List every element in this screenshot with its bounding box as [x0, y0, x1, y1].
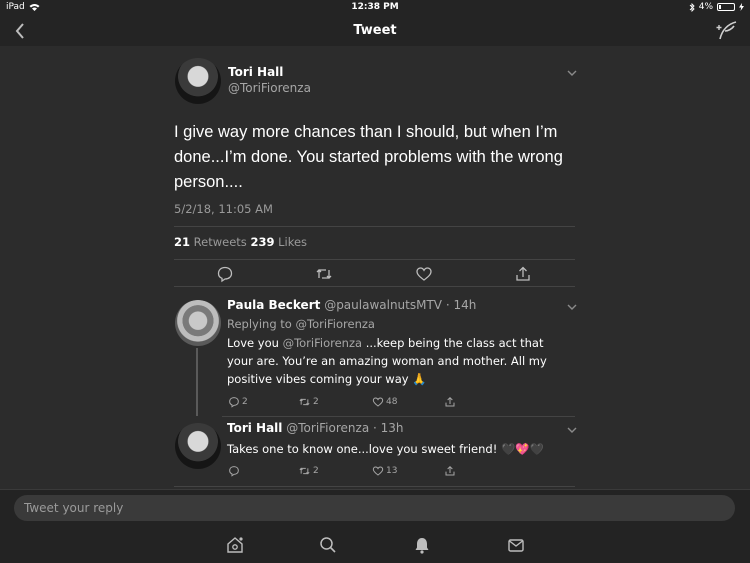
divider [174, 259, 575, 260]
nav-bar: Tweet [0, 16, 750, 46]
reply-compose-bar [0, 489, 750, 527]
chevron-down-icon[interactable] [565, 425, 579, 435]
replying-to-handle[interactable]: @ToriFiorenza [296, 317, 375, 331]
heart-icon [372, 397, 384, 407]
battery-percent: 4% [698, 2, 713, 12]
divider [222, 416, 575, 417]
tweet-timestamp: 5/2/18, 11:05 AM [174, 202, 273, 216]
retweet-icon[interactable] [315, 265, 333, 283]
tweet-text: I give way more chances than I should, b… [174, 123, 563, 191]
reply-icon[interactable] [216, 265, 234, 283]
charging-icon [739, 3, 744, 11]
reply-like-button[interactable]: 48 [372, 396, 397, 408]
divider [174, 486, 575, 487]
back-button[interactable] [10, 20, 30, 42]
reply-author-handle[interactable]: @ToriFiorenza [286, 421, 369, 435]
retweet-icon [299, 398, 310, 406]
reply-text: Takes one to know one...love you sweet f… [227, 442, 544, 456]
search-icon[interactable] [318, 535, 338, 555]
reply-author-name[interactable]: Paula Beckert [227, 298, 320, 312]
status-right: 4% [689, 2, 744, 12]
likes-count[interactable]: 239 [250, 235, 274, 249]
reply-share-button[interactable] [444, 396, 456, 408]
home-icon[interactable] [225, 535, 245, 555]
likes-label[interactable]: Likes [278, 235, 307, 249]
retweets-label[interactable]: Retweets [194, 235, 247, 249]
bluetooth-icon [689, 2, 695, 12]
battery-icon [717, 3, 735, 11]
reply-icon [229, 397, 239, 408]
avatar[interactable] [175, 423, 221, 469]
like-count: 13 [386, 466, 398, 476]
retweets-count[interactable]: 21 [174, 235, 190, 249]
like-count: 48 [386, 397, 398, 407]
compose-button[interactable] [716, 21, 738, 41]
replying-to-prefix: Replying to [227, 317, 292, 331]
heart-icon[interactable] [415, 265, 433, 283]
reply-like-button[interactable]: 13 [372, 465, 397, 477]
reply-author-name[interactable]: Tori Hall [227, 421, 282, 435]
tab-bar [0, 527, 750, 563]
chevron-down-icon[interactable] [565, 68, 579, 78]
reply-text-start: Love you [227, 336, 283, 350]
divider [174, 286, 575, 287]
reply-mention[interactable]: @ToriFiorenza [283, 336, 362, 350]
reply-count: 2 [242, 397, 248, 407]
divider [174, 226, 575, 227]
replying-to: Replying to @ToriFiorenza [227, 317, 375, 331]
reply-retweet-button[interactable]: 2 [298, 396, 319, 408]
reply-time: · 13h [373, 421, 404, 435]
retweet-icon [299, 467, 310, 475]
chevron-left-icon [15, 23, 24, 39]
tweet-detail: Tori Hall @ToriFiorenza I give way more … [0, 46, 750, 489]
retweet-count: 2 [313, 466, 319, 476]
chevron-down-icon[interactable] [565, 302, 579, 312]
reply-time: · 14h [445, 298, 477, 312]
tweet-stats: 21 Retweets 239 Likes [174, 235, 307, 249]
reply-header: Paula Beckert @paulawalnutsMTV · 14h [227, 298, 476, 312]
retweet-count: 2 [313, 397, 319, 407]
share-icon [445, 465, 455, 476]
avatar[interactable] [175, 300, 221, 346]
status-time: 12:38 PM [351, 2, 399, 12]
reply-reply-button[interactable] [228, 465, 242, 477]
compose-feather-icon [716, 21, 737, 40]
avatar[interactable] [175, 58, 221, 104]
reply-input[interactable] [14, 495, 735, 521]
thread-line [196, 348, 198, 416]
mail-icon[interactable] [506, 535, 526, 555]
nav-title: Tweet [353, 23, 397, 38]
reply-author-handle[interactable]: @paulawalnutsMTV [324, 298, 442, 312]
reply-retweet-button[interactable]: 2 [298, 465, 319, 477]
reply-share-button[interactable] [444, 465, 456, 477]
reply-text: Love you @ToriFiorenza ...keep being the… [227, 334, 562, 388]
reply-reply-button[interactable]: 2 [228, 396, 248, 408]
share-icon [445, 396, 455, 407]
status-bar: iPad 12:38 PM 4% [0, 0, 750, 16]
heart-icon [372, 466, 384, 476]
author-handle[interactable]: @ToriFiorenza [228, 81, 311, 95]
reply-header: Tori Hall @ToriFiorenza · 13h [227, 421, 404, 435]
share-icon[interactable] [514, 265, 532, 283]
reply-icon [229, 466, 239, 477]
bell-icon[interactable] [412, 535, 432, 555]
author-name[interactable]: Tori Hall [228, 65, 283, 79]
